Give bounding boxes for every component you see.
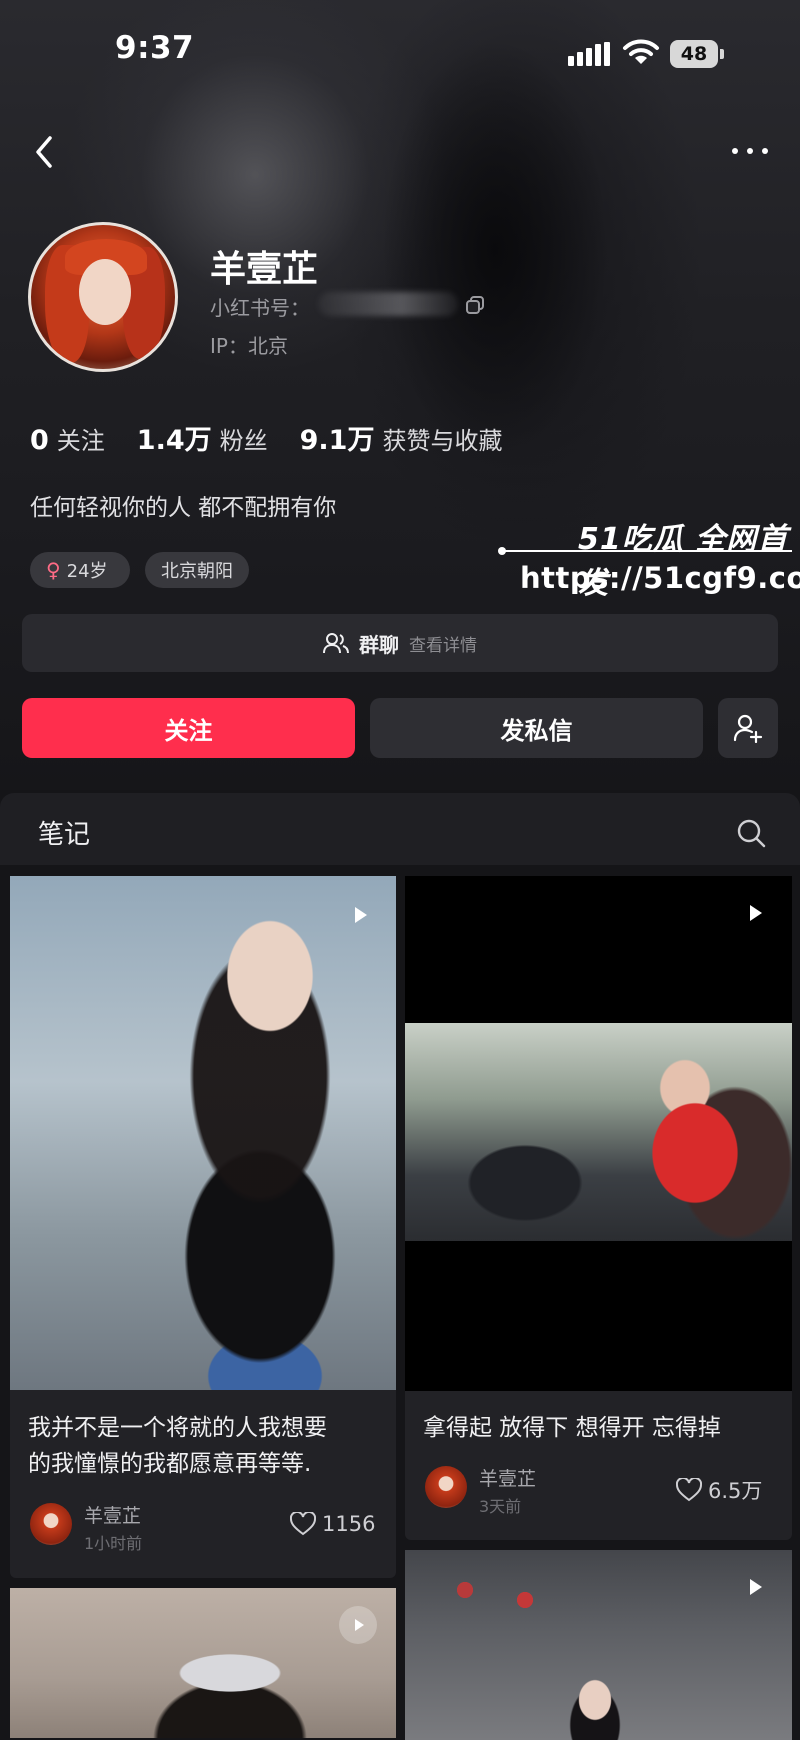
- stat-likes[interactable]: 9.1万 获赞与收藏: [300, 418, 503, 457]
- video-letterbox-bottom: [405, 1241, 792, 1391]
- more-icon[interactable]: [730, 143, 770, 159]
- copy-icon[interactable]: [466, 296, 484, 314]
- play-icon: [750, 1579, 762, 1595]
- avatar[interactable]: [28, 222, 178, 372]
- group-chat-label: 群聊: [359, 632, 399, 657]
- wifi-icon: [623, 39, 659, 64]
- note-cover-image[interactable]: [405, 1550, 792, 1740]
- bio: 任何轻视你的人 都不配拥有你: [30, 495, 337, 521]
- back-icon[interactable]: [28, 132, 62, 172]
- ip-location: IP：北京: [210, 334, 288, 358]
- age-label: 24岁: [66, 561, 108, 582]
- tab-notes[interactable]: 笔记: [38, 814, 90, 851]
- play-icon: [355, 1619, 364, 1631]
- signal-icon: [568, 42, 610, 66]
- play-icon: [750, 905, 762, 921]
- status-time: 9:37: [115, 30, 195, 66]
- note-title-line: 我并不是一个将就的人我想要: [28, 1415, 327, 1441]
- heart-icon: [290, 1512, 316, 1536]
- group-chat-detail: 查看详情: [409, 635, 477, 656]
- note-time: 3天前: [479, 1497, 522, 1516]
- video-letterbox-top: [405, 876, 792, 1023]
- stat-number: 0: [30, 425, 49, 456]
- battery-level: 48: [670, 40, 718, 68]
- female-icon: ♀: [46, 558, 61, 582]
- note-cover-image[interactable]: [10, 1588, 396, 1738]
- like-count-value: 6.5万: [708, 1479, 763, 1503]
- rb-id-value-blurred: [318, 292, 458, 316]
- stat-label: 粉丝: [219, 427, 268, 455]
- watermark-line: [502, 550, 792, 552]
- note-time: 1小时前: [84, 1534, 143, 1553]
- rb-id-label: 小红书号：: [210, 296, 310, 320]
- profile-stats: 0 关注 1.4万 粉丝 9.1万 获赞与收藏: [30, 418, 534, 457]
- group-chat-bar[interactable]: 群聊 查看详情: [22, 614, 778, 672]
- author-name[interactable]: 羊壹芷: [479, 1464, 536, 1491]
- group-icon: [323, 633, 349, 654]
- stat-following[interactable]: 0 关注: [30, 421, 105, 456]
- like-count-value: 1156: [322, 1512, 376, 1536]
- notes-tab-bar: [0, 793, 800, 865]
- note-cover-image[interactable]: [10, 876, 396, 1390]
- note-title-line: 的我憧憬的我都愿意再等等.: [28, 1451, 312, 1477]
- stat-label: 获赞与收藏: [382, 427, 503, 455]
- add-friend-button[interactable]: [718, 698, 778, 758]
- tag-location: 北京朝阳: [145, 552, 249, 588]
- stat-number: 9.1万: [299, 425, 375, 456]
- author-avatar[interactable]: [425, 1466, 467, 1508]
- note-title[interactable]: 拿得起 放得下 想得开 忘得掉: [423, 1410, 783, 1446]
- author-name[interactable]: 羊壹芷: [84, 1501, 141, 1528]
- location-label: 北京朝阳: [161, 561, 233, 582]
- stat-label: 关注: [56, 427, 105, 455]
- watermark-url: https://51cgf9.com: [520, 561, 800, 595]
- follow-button[interactable]: 关注: [22, 698, 355, 758]
- add-friend-icon: [733, 714, 763, 743]
- message-button[interactable]: 发私信: [370, 698, 703, 758]
- tag-age: ♀ 24岁: [30, 552, 130, 588]
- play-icon: [355, 907, 367, 923]
- heart-icon: [676, 1478, 702, 1502]
- search-icon[interactable]: [736, 818, 766, 848]
- author-avatar[interactable]: [30, 1503, 72, 1545]
- user-name: 羊壹芷: [210, 249, 319, 290]
- stat-number: 1.4万: [136, 425, 212, 456]
- play-button[interactable]: [339, 1606, 377, 1644]
- background-silhouette: [330, 0, 660, 560]
- battery-icon: 48: [670, 40, 726, 68]
- note-title[interactable]: 我并不是一个将就的人我想要 的我憧憬的我都愿意再等等.: [28, 1410, 388, 1482]
- like-count[interactable]: 1156: [290, 1512, 375, 1536]
- note-cover-image[interactable]: [405, 1023, 792, 1241]
- like-count[interactable]: 6.5万: [676, 1475, 762, 1505]
- stat-followers[interactable]: 1.4万 粉丝: [137, 418, 268, 457]
